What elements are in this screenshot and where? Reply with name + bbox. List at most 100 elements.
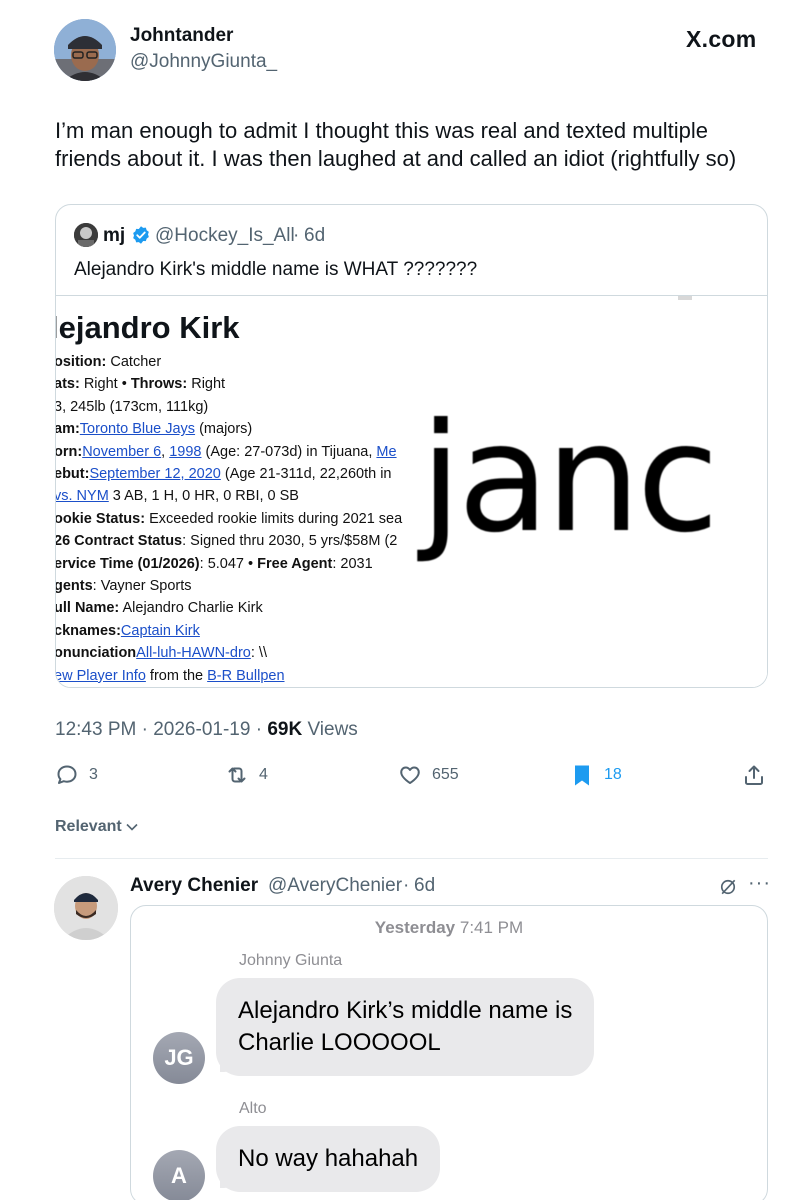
player-info-line: onunciationAll-luh-HAWN-dro: \\ xyxy=(56,645,267,661)
section-divider xyxy=(55,858,768,859)
player-info-line: 3, 245lb (173cm, 111kg) xyxy=(56,399,208,415)
info-label: cknames: xyxy=(56,622,121,639)
image-artifact xyxy=(678,296,692,300)
like-button[interactable]: 655 xyxy=(398,762,459,788)
reply-separator: · xyxy=(403,875,410,896)
repost-button[interactable]: 4 xyxy=(225,762,268,788)
message-line: Charlie LOOOOOL xyxy=(238,1029,441,1056)
info-value: Catcher xyxy=(106,354,162,370)
x-logo: X.com xyxy=(686,26,757,52)
contact-avatar: JG xyxy=(153,1032,205,1084)
info-value: from the xyxy=(145,667,208,684)
info-label: ervice Time (01/2026) xyxy=(56,555,200,572)
info-link[interactable]: vs. NYM xyxy=(56,488,109,504)
info-label: am: xyxy=(56,421,80,438)
info-value: 3 AB, 1 H, 0 HR, 0 RBI, 0 SB xyxy=(108,488,299,505)
info-value: : 5.047 • xyxy=(199,555,258,572)
info-value: \ xyxy=(262,645,267,662)
meta-separator: · xyxy=(255,719,263,740)
reply-author-name[interactable]: Avery Chenier xyxy=(130,875,258,897)
info-link[interactable]: Captain Kirk xyxy=(121,623,200,639)
player-info-line: ookie Status: Exceeded rookie limits dur… xyxy=(56,511,402,527)
heart-icon xyxy=(400,766,420,784)
info-value: (Age: 27-073d) in Tijuana, xyxy=(201,443,377,460)
info-label: gents xyxy=(56,578,93,594)
player-info-line: vs. NYM 3 AB, 1 H, 0 HR, 0 RBI, 0 SB xyxy=(56,488,299,504)
player-info-line: am:Toronto Blue Jays (majors) xyxy=(56,421,252,437)
more-options-icon[interactable]: ··· xyxy=(748,872,771,895)
quote-media-image[interactable]: lejandro Kirk osition: Catcher ats: Right… xyxy=(56,295,767,687)
tweet-date[interactable]: 2026-01-19 xyxy=(153,719,250,740)
player-info-line: ervice Time (01/2026): 5.047 • Free Agen… xyxy=(56,556,373,572)
share-icon xyxy=(745,765,763,785)
quote-avatar-image xyxy=(74,223,98,247)
player-info-line: gents: Vayner Sports xyxy=(56,578,192,594)
info-link[interactable]: All-luh-HAWN-dro xyxy=(136,645,251,661)
quote-author-handle[interactable]: @Hockey_Is_All xyxy=(155,225,295,247)
grok-icon[interactable] xyxy=(718,877,738,897)
player-name-title: lejandro Kirk xyxy=(56,310,240,345)
info-value: (majors) xyxy=(195,421,253,438)
reply-author-handle[interactable]: @AveryChenier xyxy=(268,875,402,897)
info-label: Throws: xyxy=(130,376,188,393)
author-name[interactable]: Johntander xyxy=(130,25,233,47)
bookmark-count: 18 xyxy=(604,766,622,783)
chevron-down-icon xyxy=(126,823,138,831)
quote-author-avatar[interactable] xyxy=(74,223,98,247)
message-line: Alejandro Kirk’s middle name is xyxy=(238,997,573,1024)
sms-time: 7:41 PM xyxy=(459,918,524,937)
reply-button[interactable]: 3 xyxy=(55,762,98,788)
reply-icon xyxy=(57,765,77,784)
player-info-line: orn:November 6, 1998 (Age: 27-073d) in T… xyxy=(56,444,397,460)
share-button[interactable] xyxy=(742,762,766,788)
views-count: 69K xyxy=(267,719,303,740)
info-label: orn: xyxy=(56,443,83,460)
info-link[interactable]: September 12, 2020 xyxy=(89,466,220,482)
contact-avatar: A xyxy=(153,1150,205,1200)
player-info-line: 26 Contract Status: Signed thru 2030, 5 … xyxy=(56,533,397,549)
info-value: Alejandro Charlie Kirk xyxy=(119,600,263,617)
like-count: 655 xyxy=(432,766,459,783)
info-label: 26 Contract Status xyxy=(56,533,183,550)
message-bubble: No way hahahah xyxy=(216,1126,441,1192)
bookmark-button[interactable]: 18 xyxy=(570,762,622,788)
quote-text: Alejandro Kirk's middle name is WHAT ???… xyxy=(74,259,478,280)
author-avatar[interactable] xyxy=(54,19,116,81)
info-value: Right • xyxy=(79,376,131,393)
info-link[interactable]: ew Player Info xyxy=(56,668,146,684)
views-label: Views xyxy=(307,719,358,740)
quote-separator: · xyxy=(293,225,300,246)
player-info-line: osition: Catcher xyxy=(56,354,161,370)
info-link[interactable]: Toronto Blue Jays xyxy=(80,421,195,437)
repost-count: 4 xyxy=(259,766,268,783)
player-info-line: ull Name: Alejandro Charlie Kirk xyxy=(56,600,263,616)
info-link[interactable]: Me xyxy=(376,444,396,460)
info-label: ull Name: xyxy=(56,600,120,617)
player-info-panel: lejandro Kirk osition: Catcher ats: Right… xyxy=(56,296,416,687)
reply-media-image[interactable]: Yesterday 7:41 PM Johnny Giunta Alejandr… xyxy=(130,905,768,1200)
info-label: osition: xyxy=(56,354,107,370)
sort-dropdown[interactable]: Relevant xyxy=(55,818,139,836)
info-link[interactable]: B-R Bullpen xyxy=(207,668,284,684)
message-sender: Johnny Giunta xyxy=(239,952,343,969)
info-value: : \ xyxy=(250,645,263,662)
meta-separator: · xyxy=(141,719,148,740)
info-link[interactable]: 1998 xyxy=(169,444,201,460)
reply-timestamp[interactable]: 6d xyxy=(414,875,435,897)
info-value: : 2031 xyxy=(332,555,373,572)
info-value: 3, 245lb (173cm, 111kg) xyxy=(56,398,209,415)
info-link[interactable]: November 6 xyxy=(82,444,161,460)
reply-author-avatar[interactable] xyxy=(54,876,118,940)
info-label: onunciation xyxy=(56,645,137,662)
reply-avatar-image xyxy=(54,876,118,940)
info-value: : Signed thru 2030, 5 yrs/$58M (2 xyxy=(182,533,398,550)
info-label: Free Agent xyxy=(257,555,333,572)
repost-icon xyxy=(228,767,246,783)
quote-author-name[interactable]: mj xyxy=(103,225,125,247)
quote-tweet-card[interactable]: mj @Hockey_Is_All · 6d Alejandro Kirk's … xyxy=(55,204,768,688)
quote-timestamp[interactable]: 6d xyxy=(304,225,325,247)
author-handle[interactable]: @JohnnyGiunta_ xyxy=(130,51,277,73)
tweet-time[interactable]: 12:43 PM xyxy=(55,719,136,740)
reply-count: 3 xyxy=(89,766,98,783)
player-info-line: ew Player Info from the B-R Bullpen xyxy=(56,668,285,684)
